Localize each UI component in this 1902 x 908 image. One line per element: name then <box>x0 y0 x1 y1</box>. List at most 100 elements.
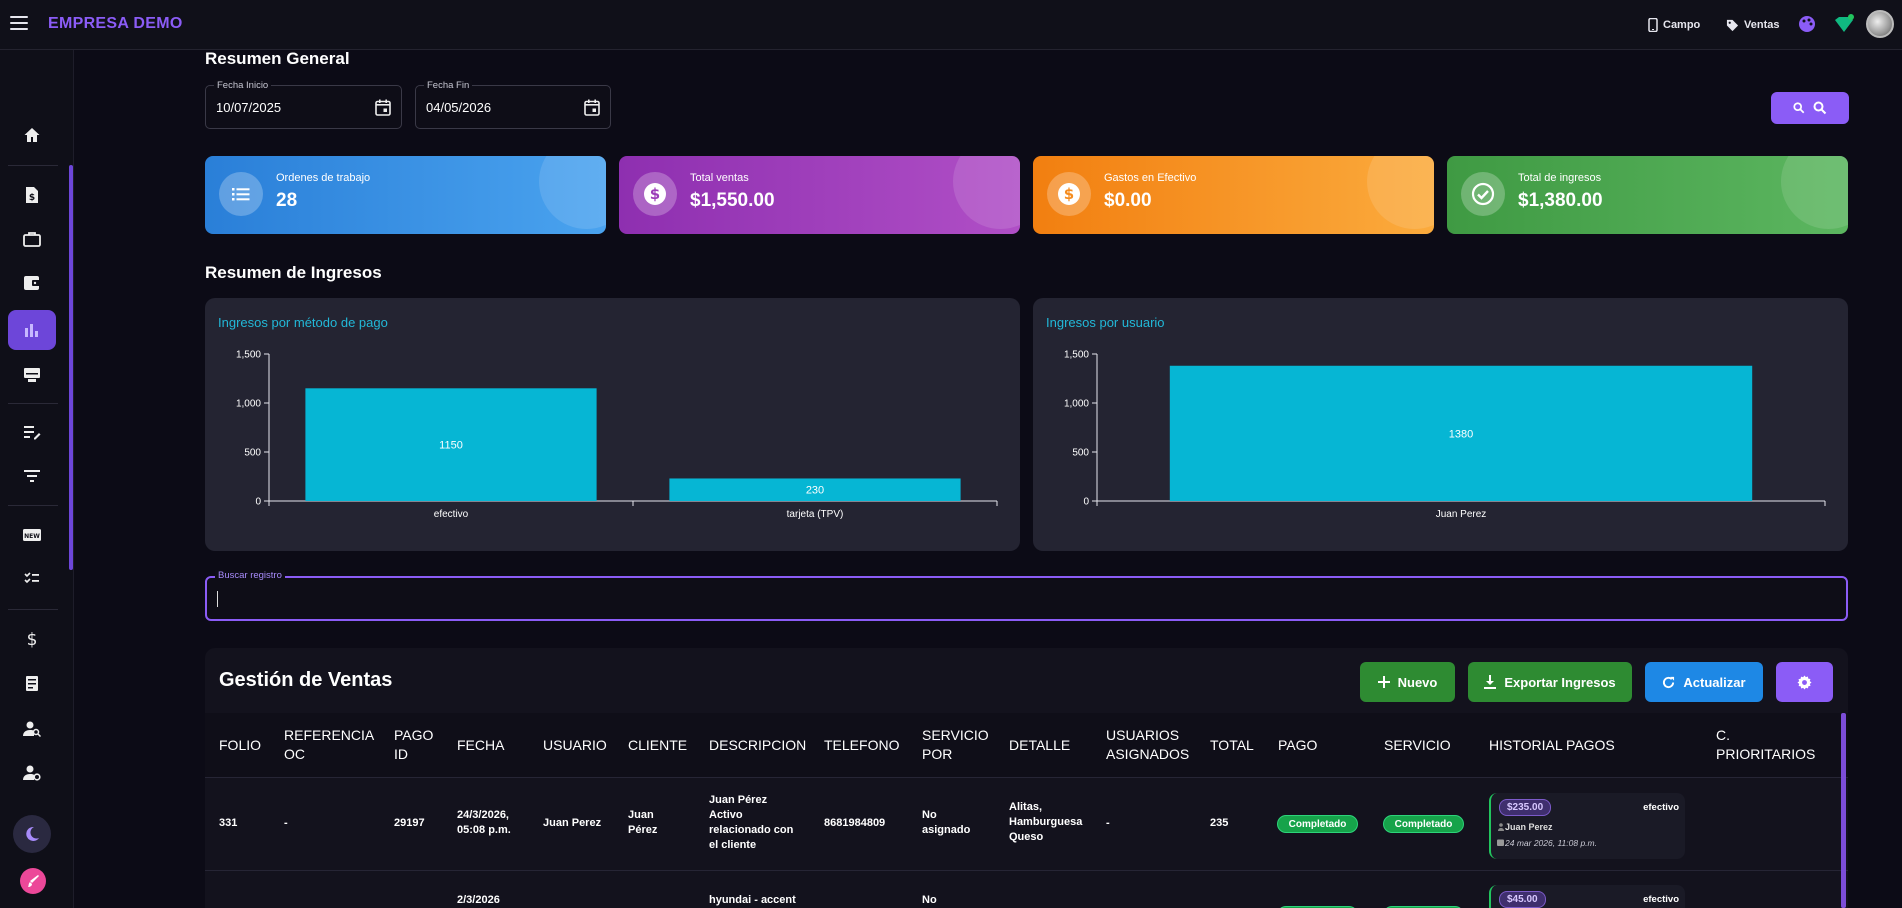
ventas-button[interactable]: Ventas <box>1720 14 1785 36</box>
fecha-inicio-value[interactable]: 10/07/2025 <box>216 100 281 115</box>
card-decoration <box>1367 156 1434 229</box>
historial-date: 24 mar 2026, 11:08 p.m. <box>1505 838 1597 848</box>
fecha-fin-field[interactable]: Fecha Fin 04/05/2026 <box>415 80 611 129</box>
servicio-status-badge: Completado <box>1383 815 1464 833</box>
historial-user: Juan Perez <box>1505 822 1553 832</box>
sidebar-item-dollar[interactable]: $ <box>8 619 56 659</box>
sidebar-item-receipt[interactable] <box>8 664 56 704</box>
column-header[interactable]: USUARIO <box>543 713 607 777</box>
column-header[interactable]: PAGO ID <box>394 713 439 777</box>
cell-pago-id: 29197 <box>394 817 425 829</box>
download-icon <box>1484 675 1497 689</box>
column-header[interactable]: HISTORIAL PAGOS <box>1489 713 1615 777</box>
column-header[interactable]: TELEFONO <box>824 713 899 777</box>
resumen-ingresos-title: Resumen de Ingresos <box>205 263 382 282</box>
calendar-icon[interactable] <box>375 99 391 116</box>
sidebar-item-checklist[interactable] <box>8 559 56 599</box>
text-caret <box>217 591 218 607</box>
y-tick-label: 1,500 <box>1064 350 1089 361</box>
column-header[interactable]: PAGO <box>1278 713 1317 777</box>
theme-button[interactable] <box>20 868 46 894</box>
column-header[interactable]: FECHA <box>457 713 504 777</box>
fecha-fin-label: Fecha Fin <box>424 80 473 91</box>
search-button[interactable] <box>1771 92 1849 124</box>
check-circle-icon <box>1461 172 1505 216</box>
sidebar-item-filter[interactable] <box>8 456 56 496</box>
x-tick-label: efectivo <box>434 509 469 520</box>
sidebar-divider <box>8 609 58 610</box>
column-header[interactable]: CLIENTE <box>628 713 687 777</box>
column-header[interactable]: TOTAL <box>1210 713 1254 777</box>
fecha-fin-value[interactable]: 04/05/2026 <box>426 100 491 115</box>
sidebar-item-reports[interactable] <box>8 310 56 350</box>
avatar[interactable] <box>1866 10 1894 38</box>
stat-card-ingresos: Total de ingresos $1,380.00 <box>1447 156 1848 234</box>
data-label: 1380 <box>1449 428 1473 440</box>
sidebar-item-briefcase[interactable] <box>8 219 56 259</box>
notification-icon[interactable] <box>1833 14 1854 34</box>
brand-title: EMPRESA DEMO <box>48 15 183 32</box>
calendar-icon[interactable] <box>584 99 600 116</box>
column-header[interactable]: DETALLE <box>1009 713 1070 777</box>
exportar-ingresos-button[interactable]: Exportar Ingresos <box>1468 662 1632 702</box>
cell-cliente: Juan Pérez <box>628 809 658 836</box>
sidebar-scrollbar[interactable] <box>69 165 73 570</box>
buscar-registro-input[interactable]: Buscar registro <box>205 570 1848 621</box>
palette-icon[interactable] <box>1797 14 1817 34</box>
fecha-inicio-field[interactable]: Fecha Inicio 10/07/2025 <box>205 80 402 129</box>
table-row[interactable]: 2/3/2026 hyundai - accent No $45.00 efec… <box>205 870 1848 908</box>
nuevo-button[interactable]: Nuevo <box>1360 662 1455 702</box>
sidebar-item-edit-list[interactable] <box>8 412 56 452</box>
cell-descripcion: hyundai - accent <box>709 894 796 906</box>
sidebar-item-invoice[interactable]: $ <box>8 175 56 215</box>
svg-text:NEW: NEW <box>24 533 40 540</box>
column-header[interactable]: REFERENCIA OC <box>284 713 373 777</box>
column-header[interactable]: SERVICIO <box>1384 713 1451 777</box>
calendar-icon <box>1497 839 1504 846</box>
cell-fecha: 2/3/2026 <box>457 894 500 906</box>
dollar-circle-icon: $ <box>633 172 677 216</box>
menu-icon[interactable] <box>10 16 28 32</box>
campo-label: Campo <box>1663 19 1701 31</box>
cell-total: 235 <box>1210 817 1229 829</box>
cell-detalle: Alitas, Hamburguesa Queso <box>1009 801 1083 843</box>
dark-mode-toggle[interactable] <box>13 815 51 853</box>
briefcase-icon <box>23 232 41 247</box>
sidebar-item-user-search[interactable] <box>8 709 56 749</box>
sidebar-item-new[interactable]: NEW <box>8 515 56 555</box>
tag-icon <box>1726 19 1739 31</box>
chart-card-usuario: Ingresos por usuario 0 500 1,000 1,500 1380 J… <box>1033 298 1848 551</box>
table-scrollbar[interactable] <box>1841 713 1846 908</box>
data-label: 230 <box>806 485 824 497</box>
actualizar-button[interactable]: Actualizar <box>1645 662 1763 702</box>
ventas-label: Ventas <box>1744 19 1780 31</box>
phone-icon <box>1648 18 1658 32</box>
table-row[interactable]: 331 - 29197 24/3/2026, 05:08 p.m. Juan P… <box>205 777 1848 870</box>
table-header: FOLIO REFERENCIA OC PAGO ID FECHA USUARI… <box>205 713 1848 777</box>
campo-button[interactable]: Campo <box>1642 14 1706 36</box>
sidebar-item-pos[interactable] <box>8 355 56 395</box>
sidebar-item-user-settings[interactable] <box>8 753 56 793</box>
column-header[interactable]: SERVICIO POR <box>922 713 992 777</box>
column-header[interactable]: FOLIO <box>219 713 261 777</box>
search-icon <box>1793 102 1805 114</box>
stat-label: Ordenes de trabajo <box>276 172 371 184</box>
x-tick-label: Juan Perez <box>1436 509 1487 520</box>
column-header[interactable]: C. PRIORITARIOS <box>1716 713 1816 777</box>
refresh-icon <box>1663 676 1675 688</box>
column-header[interactable]: USUARIOS ASIGNADOS <box>1106 713 1191 777</box>
cell-referencia: - <box>284 817 288 829</box>
settings-button[interactable] <box>1776 662 1833 702</box>
historial-method: efectivo <box>1643 894 1679 905</box>
sidebar-item-home[interactable] <box>8 115 56 155</box>
cell-servicio-por: No <box>922 894 937 906</box>
historial-method: efectivo <box>1643 802 1679 813</box>
chart-metodo-pago: 0 500 1,000 1,500 1150 efectivo 230 tarjeta (TP… <box>236 350 998 520</box>
stat-value: $1,380.00 <box>1518 190 1603 211</box>
sidebar-divider <box>8 165 58 166</box>
exportar-label: Exportar Ingresos <box>1504 674 1616 690</box>
sidebar-item-wallet[interactable] <box>8 263 56 303</box>
cell-telefono: 8681984809 <box>824 817 886 829</box>
column-header[interactable]: DESCRIPCION <box>709 713 806 777</box>
home-icon <box>24 128 40 142</box>
